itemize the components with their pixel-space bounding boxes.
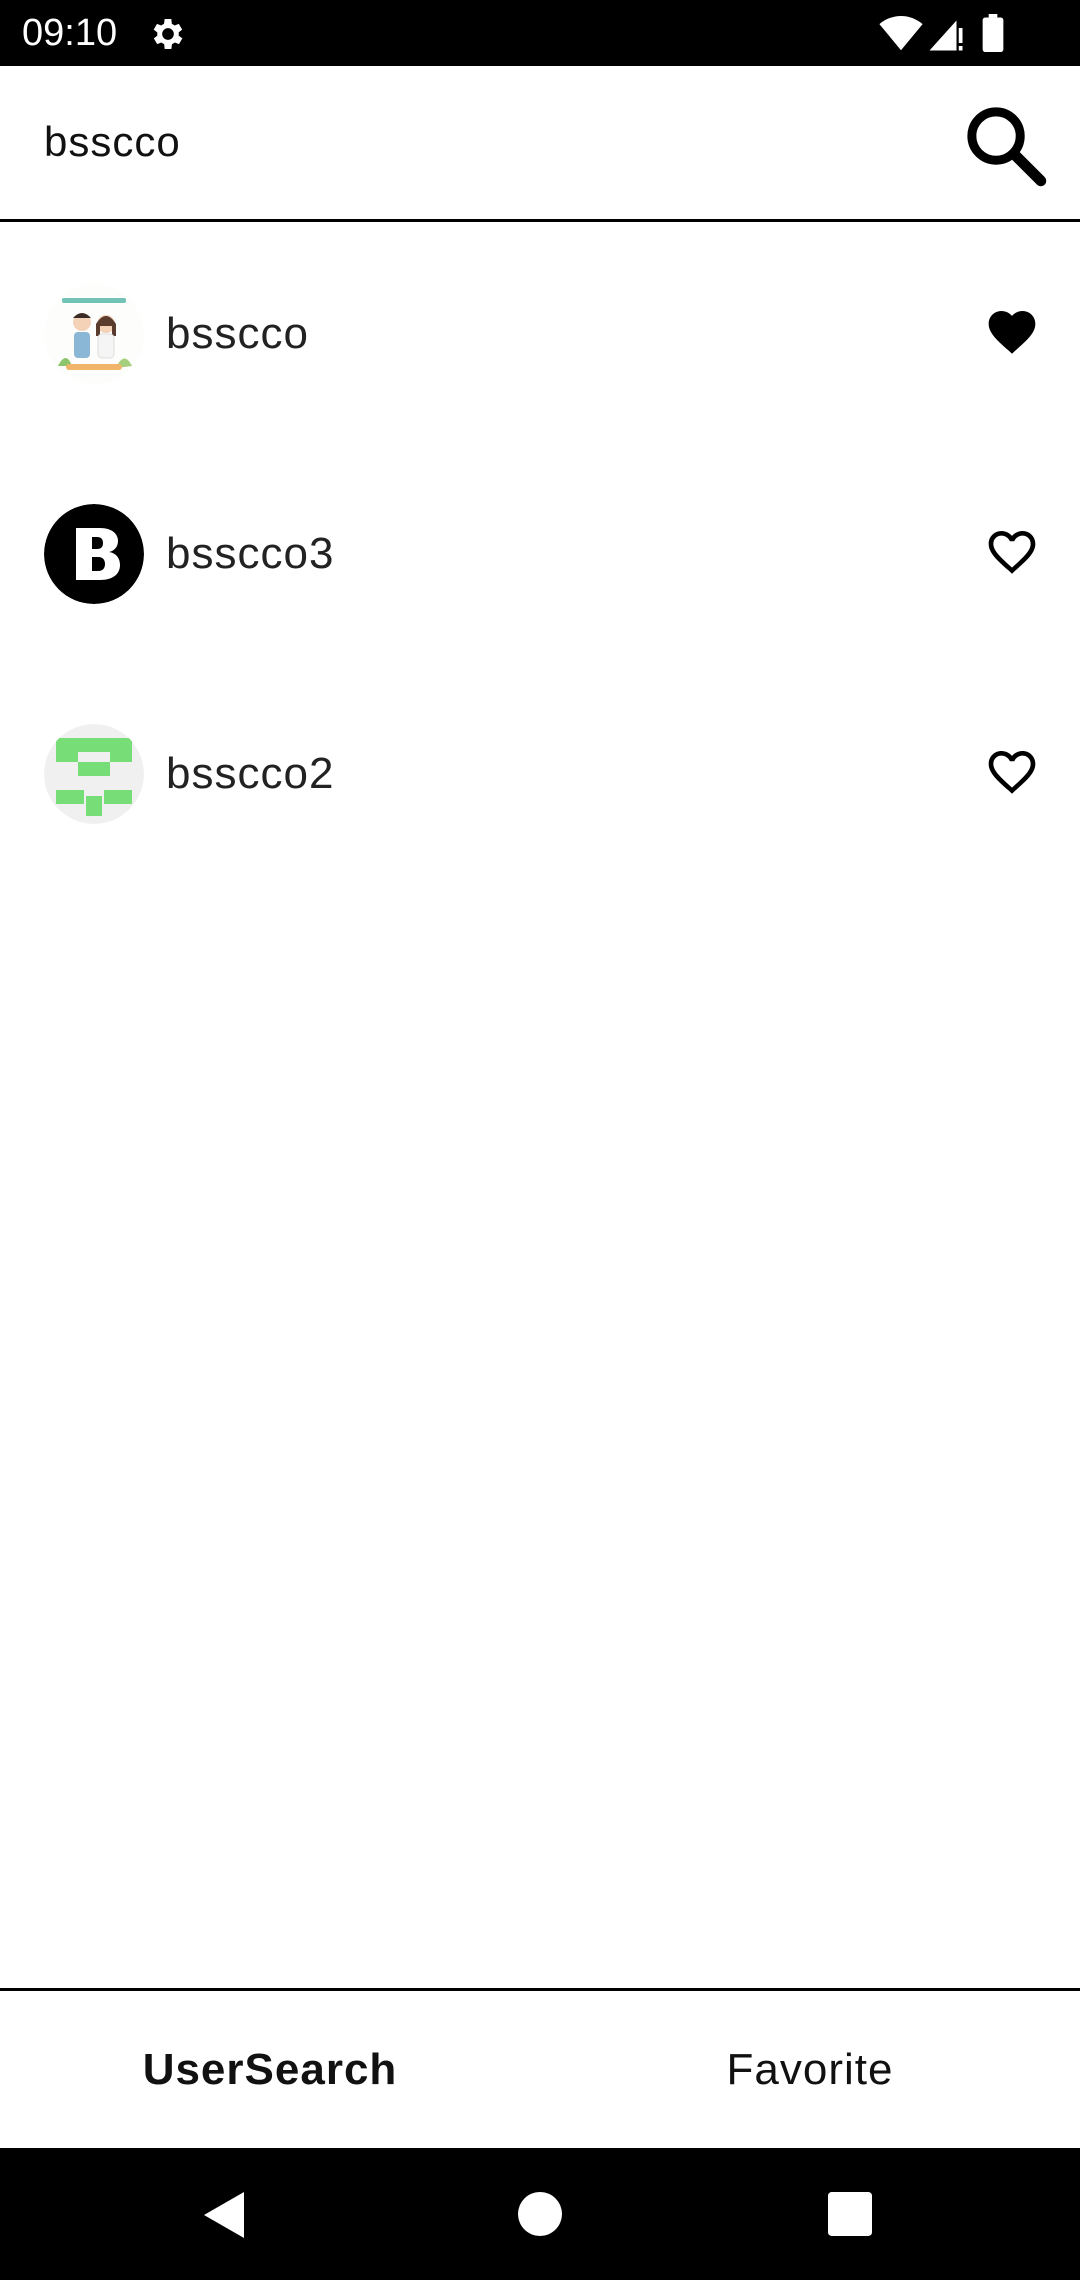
user-list: bsscco bsscco3 bsscco2 (0, 224, 1080, 884)
heart-filled-icon (988, 311, 1036, 354)
search-icon (967, 107, 1047, 187)
couple-illustration-avatar (44, 284, 144, 384)
favorite-toggle[interactable] (984, 304, 1040, 360)
favorite-toggle[interactable] (984, 744, 1040, 800)
avatar (44, 504, 144, 604)
status-bar: 09:10 (0, 0, 1080, 66)
list-item[interactable]: bsscco3 (0, 444, 1080, 664)
heart-outline-icon (988, 751, 1036, 794)
avatar (44, 284, 144, 384)
green-pattern-avatar (44, 724, 144, 824)
wifi-icon (879, 16, 923, 51)
gear-icon (153, 19, 183, 49)
status-time: 09:10 (22, 12, 118, 54)
list-item[interactable]: bsscco (0, 224, 1080, 444)
letter-b-avatar (44, 504, 144, 604)
signal-icon (929, 20, 963, 51)
bottom-tab-bar: UserSearch Favorite (0, 1988, 1080, 2148)
user-name: bsscco (166, 309, 309, 358)
list-item[interactable]: bsscco2 (0, 664, 1080, 884)
tab-favorite[interactable]: Favorite (540, 1991, 1080, 2148)
user-name: bsscco2 (166, 749, 335, 798)
heart-outline-icon (988, 531, 1036, 574)
search-button[interactable] (962, 102, 1048, 188)
system-nav-bar (0, 2148, 1080, 2280)
back-icon[interactable] (200, 2190, 248, 2240)
tab-usersearch[interactable]: UserSearch (0, 1991, 540, 2148)
home-icon[interactable] (518, 2192, 562, 2236)
avatar (44, 724, 144, 824)
screen: 09:10 bsscco bsscco bsscco3 bsscco2 User… (0, 0, 1080, 2280)
recents-icon[interactable] (828, 2192, 872, 2236)
search-input[interactable] (44, 110, 924, 174)
user-name: bsscco3 (166, 529, 335, 578)
battery-icon (982, 14, 1004, 52)
favorite-toggle[interactable] (984, 524, 1040, 580)
search-bar (0, 66, 1080, 222)
